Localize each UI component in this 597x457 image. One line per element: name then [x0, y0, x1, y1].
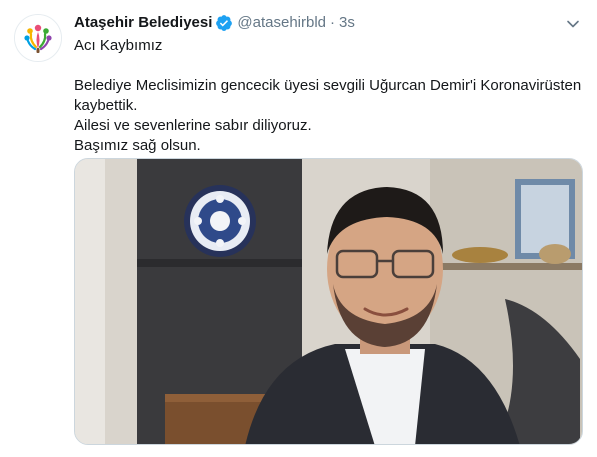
author-avatar[interactable] [14, 14, 62, 62]
author-handle[interactable]: @atasehirbld [237, 13, 326, 33]
tweet-photo[interactable] [74, 158, 583, 445]
header-separator: · [330, 14, 336, 31]
tweet-menu-button[interactable] [563, 14, 583, 34]
tweet-header: Ataşehir Belediyesi @atasehirbld · 3s [74, 13, 557, 33]
tweet-timestamp[interactable]: 3s [339, 13, 355, 33]
portrait-photo [75, 159, 582, 444]
verified-badge-icon [215, 14, 233, 32]
tweet-text: Acı Kaybımız Belediye Meclisimizin gence… [74, 36, 586, 156]
tweet-title-line: Acı Kaybımız [74, 37, 163, 54]
tweet-card[interactable]: Ataşehir Belediyesi @atasehirbld · 3s Ac… [0, 0, 597, 457]
municipality-logo-icon [15, 15, 61, 61]
chevron-down-icon [567, 20, 579, 28]
tweet-text-line: Belediye Meclisimizin gencecik üyesi sev… [74, 77, 582, 114]
tweet-text-line: Ailesi ve sevenlerine sabır diliyoruz. [74, 117, 312, 134]
author-display-name[interactable]: Ataşehir Belediyesi [74, 13, 212, 33]
tweet-text-line: Başımız sağ olsun. [74, 137, 201, 154]
